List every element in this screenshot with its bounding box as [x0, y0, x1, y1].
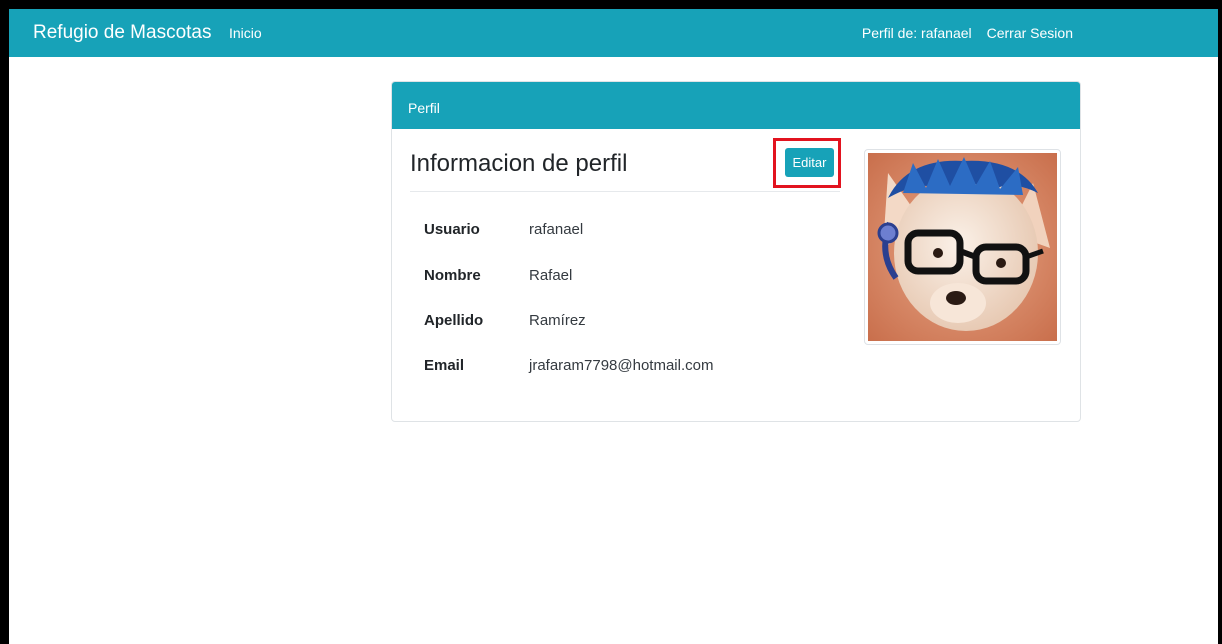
profile-card: Perfil Informacion de perfil Editar Usua…	[391, 81, 1081, 422]
field-value: Ramírez	[529, 312, 586, 329]
nav-profile-link[interactable]: Perfil de: rafanael	[862, 25, 972, 41]
nav-logout-link[interactable]: Cerrar Sesion	[987, 25, 1073, 41]
field-value: Rafael	[529, 267, 573, 284]
field-label: Usuario	[424, 221, 480, 238]
section-title: Informacion de perfil	[410, 150, 628, 177]
card-header: Perfil	[392, 82, 1080, 129]
field-label: Apellido	[424, 312, 484, 329]
field-value: jrafaram7798@hotmail.com	[529, 357, 714, 374]
nav-home-link[interactable]: Inicio	[229, 25, 262, 41]
nav-user-menu: Perfil de: rafanael Cerrar Sesion	[862, 25, 1073, 41]
field-value: rafanael	[529, 221, 584, 238]
avatar	[864, 149, 1061, 345]
app-window: Refugio de Mascotas Inicio Perfil de: ra…	[9, 9, 1218, 644]
edit-button[interactable]: Editar	[785, 148, 834, 177]
field-label: Nombre	[424, 267, 481, 284]
brand-link[interactable]: Refugio de Mascotas	[33, 22, 212, 44]
dog-with-glasses-avatar-icon	[868, 153, 1057, 341]
top-navbar: Refugio de Mascotas Inicio Perfil de: ra…	[9, 9, 1218, 57]
field-label: Email	[424, 357, 465, 374]
title-divider	[410, 191, 840, 192]
